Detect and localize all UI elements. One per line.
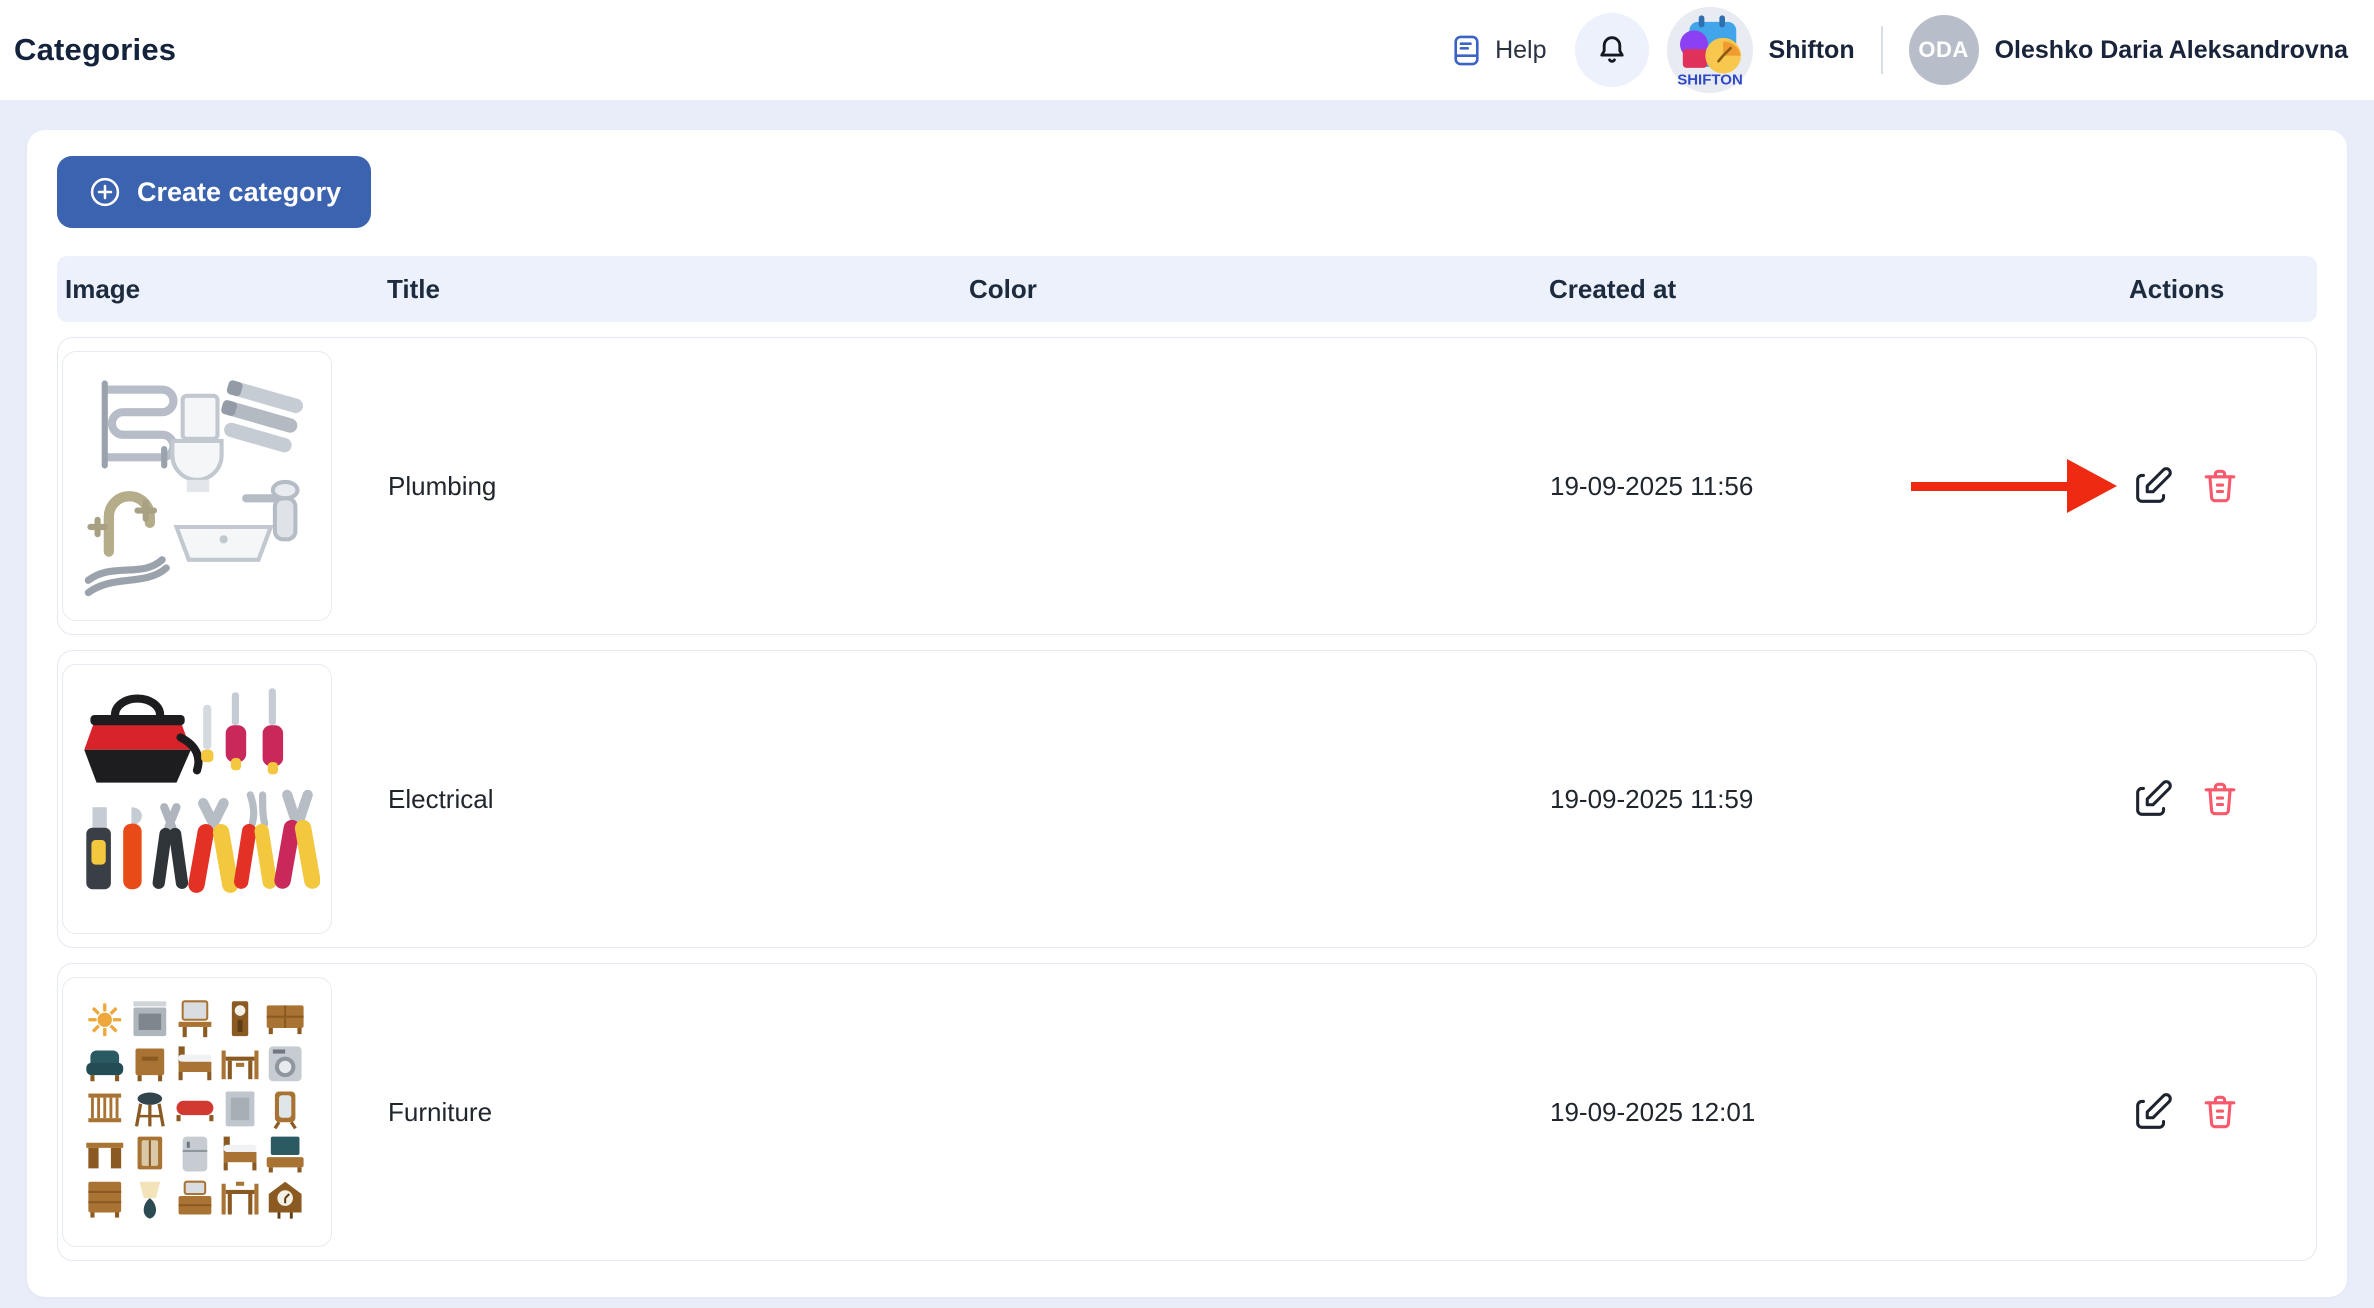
category-created-at: 19-09-2025 12:01 [1550,1097,2130,1128]
plus-circle-icon [87,174,123,210]
user-menu[interactable]: ODA Oleshko Daria Aleksandrovna [1909,15,2348,85]
workspace-name: Shifton [1769,36,1855,65]
edit-pencil-icon [2130,1089,2176,1135]
header-divider [1881,26,1883,74]
edit-pencil-icon [2130,463,2176,509]
edit-button[interactable] [2130,776,2176,822]
create-category-label: Create category [137,177,341,208]
help-button[interactable]: Help [1448,32,1546,69]
column-header-created-at: Created at [1549,274,2129,305]
column-header-color: Color [969,274,1549,305]
category-created-at: 19-09-2025 11:56 [1550,471,2130,502]
edit-button[interactable] [2130,1089,2176,1135]
help-book-icon [1448,32,1485,69]
bell-icon [1594,32,1630,68]
category-created-at: 19-09-2025 11:59 [1550,784,2130,815]
delete-button[interactable] [2198,1090,2242,1134]
column-header-actions: Actions [2129,274,2317,305]
table-row-plumbing: Plumbing 19-09-2025 11:56 [57,337,2317,635]
top-bar-right: Help [1448,5,2348,95]
user-name: Oleshko Daria Aleksandrovna [1995,36,2348,65]
trash-icon [2198,464,2242,508]
top-bar: Categories Help [0,0,2374,100]
help-label: Help [1495,36,1546,65]
category-title: Plumbing [388,471,970,502]
shifton-logo-wordmark: SHIFTON [1677,72,1743,89]
page-title: Categories [14,32,176,68]
notifications-button[interactable] [1575,13,1649,87]
category-image-electrical [62,664,332,934]
categories-card: Create category Image Title Color Create… [27,130,2347,1297]
workspace-switcher[interactable]: SHIFTON Shifton [1665,5,1855,95]
table-row-electrical: Electrical 19-09-2025 11:59 [57,650,2317,948]
table-row-furniture: Furniture 19-09-2025 12:01 [57,963,2317,1261]
table-header: Image Title Color Created at Actions [57,256,2317,322]
category-title: Furniture [388,1097,970,1128]
trash-icon [2198,1090,2242,1134]
edit-pencil-icon [2130,776,2176,822]
shifton-logo: SHIFTON [1665,5,1755,95]
column-header-title: Title [387,274,969,305]
delete-button[interactable] [2198,464,2242,508]
create-category-button[interactable]: Create category [57,156,371,228]
category-image-furniture [62,977,332,1247]
avatar: ODA [1909,15,1979,85]
avatar-initials: ODA [1918,37,1968,63]
trash-icon [2198,777,2242,821]
category-title: Electrical [388,784,970,815]
delete-button[interactable] [2198,777,2242,821]
category-image-plumbing [62,351,332,621]
edit-button[interactable] [2130,463,2176,509]
column-header-image: Image [57,274,387,305]
